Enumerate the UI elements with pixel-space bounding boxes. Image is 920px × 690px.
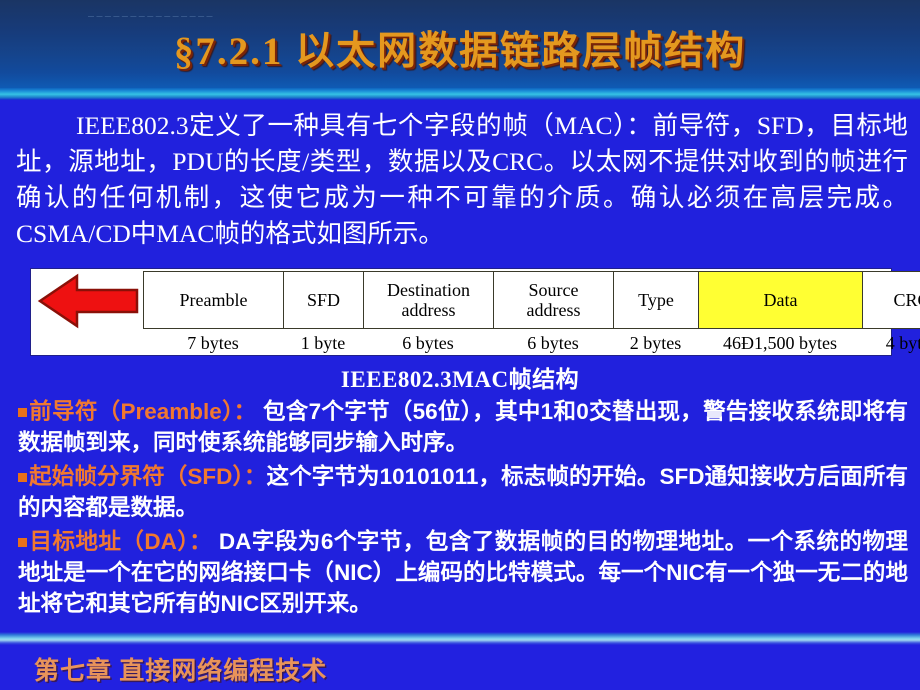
bullet-item: 前导符（Preamble）： 包含7个字节（56位），其中1和0交替出现，警告接…	[18, 396, 908, 458]
divider-bottom	[0, 632, 920, 645]
frame-field-size: 4 bytes	[885, 332, 920, 353]
bullet-term: 前导符（Preamble）：	[29, 399, 257, 424]
bullet-square-icon	[18, 538, 27, 547]
frame-field-label: Preamble	[179, 290, 248, 310]
presentation-slide: — — — — — — — — — — — — — — — §7.2.1 以太网…	[0, 0, 920, 690]
slide-footer: 第七章 直接网络编程技术	[0, 645, 920, 690]
page-title: §7.2.1 以太网数据链路层帧结构	[173, 30, 747, 73]
bullet-item: 起始帧分界符（SFD）：这个字节为10101011，标志帧的开始。SFD通知接收…	[18, 461, 908, 523]
frame-size-row: 7 bytes 1 byte 6 bytes 6 bytes 2 bytes 46Ð1,5…	[143, 331, 920, 355]
slide-header: — — — — — — — — — — — — — — — §7.2.1 以太网…	[0, 0, 920, 88]
intro-paragraph: IEEE802.3定义了一种具有七个字段的帧（MAC）：前导符，SFD，目标地址…	[16, 111, 908, 248]
frame-field-cell: Type	[613, 271, 698, 329]
frame-field-size: 46Ð1,500 bytes	[723, 332, 837, 353]
bullet-term: 起始帧分界符（SFD）：	[29, 464, 267, 489]
mac-frame-diagram: Preamble SFD Destination address Source addre…	[30, 268, 920, 356]
frame-field-label: SFD	[306, 290, 341, 310]
frame-field-size: 6 bytes	[402, 332, 454, 353]
frame-field-row: Preamble SFD Destination address Source addre…	[143, 271, 920, 329]
bullet-list: 前导符（Preamble）： 包含7个字节（56位），其中1和0交替出现，警告接…	[18, 396, 908, 622]
bullet-term: 目标地址（DA）：	[29, 529, 213, 554]
frame-field-label: CRC	[893, 290, 920, 310]
frame-field-cell: Source address	[493, 271, 613, 329]
frame-field-size: 6 bytes	[527, 332, 579, 353]
frame-field-label: Type	[638, 290, 674, 310]
bullet-square-icon	[18, 473, 27, 482]
left-arrow-icon	[37, 273, 139, 329]
frame-field-size: 7 bytes	[187, 332, 239, 353]
frame-field-cell: SFD	[283, 271, 363, 329]
frame-field-size: 1 byte	[300, 332, 346, 353]
frame-field-size: 2 bytes	[629, 332, 682, 353]
diagram-caption: IEEE802.3MAC帧结构	[340, 367, 580, 392]
slide-body: IEEE802.3定义了一种具有七个字段的帧（MAC）：前导符，SFD，目标地址…	[0, 100, 920, 632]
frame-field-label: Destination address	[387, 280, 470, 320]
frame-field-cell: Preamble	[143, 271, 283, 329]
frame-field-cell: CRC	[862, 271, 920, 329]
frame-field-label: Source address	[526, 280, 581, 320]
bullet-item: 目标地址（DA）： DA字段为6个字节，包含了数据帧的目的物理地址。一个系统的物…	[18, 526, 908, 619]
footer-chapter-label: 第七章 直接网络编程技术	[34, 658, 328, 685]
frame-field-cell: Destination address	[363, 271, 493, 329]
frame-field-label: Data	[763, 290, 798, 310]
bullet-square-icon	[18, 408, 27, 417]
divider-top	[0, 88, 920, 100]
frame-field-cell: Data	[698, 271, 862, 329]
